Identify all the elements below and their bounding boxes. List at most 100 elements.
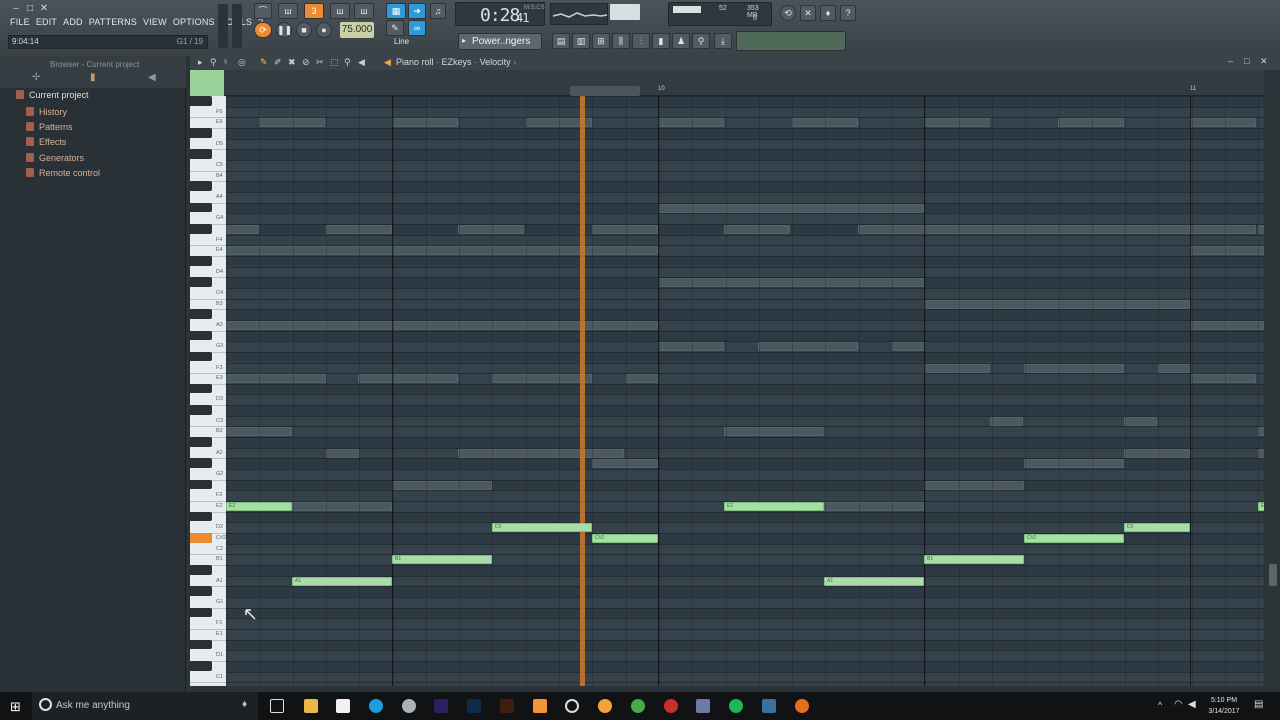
record-mode-button[interactable]: ш [354,3,374,19]
spotify-icon[interactable] [729,699,743,713]
zoom-tool-icon[interactable]: ⚲ [344,57,351,68]
close-icon[interactable]: ✕ [38,3,50,15]
note[interactable]: D2 [1124,523,1190,533]
folder-icon[interactable]: ▮ [90,72,96,83]
steam-icon[interactable] [402,699,416,713]
obs-icon[interactable] [565,699,579,713]
select-tool-icon[interactable]: ⬚ [330,57,339,68]
pencil-icon[interactable]: ✎ [386,20,404,36]
mixer-icon[interactable]: ⫼ [612,33,630,49]
preset-selector[interactable]: ▸ Power..ngers [458,33,542,50]
step-edit-button[interactable]: ш [330,3,350,19]
discord-icon[interactable] [696,699,710,713]
pause-button[interactable]: ❚❚ [276,22,292,38]
illustrator-icon[interactable] [500,699,514,713]
microphone-icon[interactable]: ♦ [242,699,247,710]
record-button[interactable]: ● [316,22,332,38]
instrument-icon[interactable]: ♟ [672,33,690,49]
note[interactable]: A1 [292,576,392,586]
crumb-velocity[interactable]: Velocity [480,57,511,67]
file-explorer-icon[interactable] [304,699,318,713]
after-effects-icon[interactable] [434,699,448,713]
brush-tool-icon[interactable]: ✐ [274,57,282,68]
browser-icon[interactable]: ⫶ [632,33,650,49]
black-key[interactable] [190,383,212,394]
speaker-icon[interactable]: ◀ [148,72,156,83]
plugin-icon[interactable]: ▮ [652,33,670,49]
blend-notes-button[interactable]: 3 [304,3,324,19]
blender-icon[interactable] [533,699,547,713]
pencil-tool-icon[interactable]: ✎ [260,57,268,68]
crumb-piano-roll[interactable]: Piano roll [396,57,434,67]
minimize-icon[interactable]: – [1228,56,1233,66]
restore-icon[interactable]: □ [24,3,36,15]
black-key[interactable] [190,639,212,650]
skype-icon[interactable] [369,699,383,713]
link-icon[interactable]: ∞ [408,20,426,36]
typing-keyboard-icon[interactable]: ♫ [430,3,446,19]
note[interactable]: E2 [724,502,824,512]
corner-tool-icon[interactable] [190,70,224,96]
black-key[interactable] [190,181,212,191]
note[interactable]: D2 [492,523,592,533]
maximize-icon[interactable]: □ [1244,56,1249,66]
collapse-icon[interactable]: ✢ [32,72,40,83]
note[interactable]: B1 [392,555,492,565]
store-icon[interactable] [336,699,350,713]
black-key[interactable] [190,330,212,341]
vertical-scroll-thumb[interactable] [1269,564,1277,586]
fx-icon[interactable]: ✕ [800,5,816,21]
network-icon[interactable]: ◠ [1174,699,1183,710]
performance-icon[interactable]: ⚲ [692,33,710,49]
stop-button[interactable]: ■ [296,22,312,38]
photoshop-icon[interactable] [467,699,481,713]
delete-tool-icon[interactable]: ✖ [288,57,296,68]
taskbar-search[interactable]: Ask me anything ♦ [32,692,258,720]
windows-start-icon[interactable]: ⊞ [10,699,21,715]
tempo-tap-button[interactable]: ⌒ [254,3,272,19]
pattern-mode-button[interactable]: ▦ [386,3,406,19]
note[interactable]: A1 [824,576,924,586]
mute-tool-icon[interactable]: ⊘ [302,57,310,68]
slice-tool-icon[interactable]: ✂ [316,57,324,68]
minimize-icon[interactable]: – [10,3,22,15]
browser-item-current-project[interactable]: Current project [16,88,89,102]
highlighted-key[interactable] [190,533,212,543]
black-key[interactable] [190,660,212,671]
horizontal-scroll-thumb[interactable] [570,86,640,96]
black-key[interactable] [190,479,212,490]
notification-icon[interactable]: ▤ [1254,699,1263,710]
help-icon[interactable]: ? [840,5,856,21]
playback-tool-icon[interactable]: ◀ [358,57,365,68]
menu-patterns[interactable]: PATTERNS [89,17,137,31]
play-arrow-icon[interactable]: ➜ [408,3,426,19]
record-icon[interactable]: ◎ [238,57,246,68]
online-news-panel[interactable] [736,31,846,51]
browser-item-effects[interactable]: Effects [26,135,66,149]
note[interactable]: C#2 [592,534,658,544]
black-key[interactable] [190,458,212,469]
menu-arrow-icon[interactable]: ▸ [198,57,203,68]
note[interactable]: E2 [226,502,292,512]
task-view-icon[interactable] [270,699,284,713]
black-key[interactable] [190,437,212,447]
black-key[interactable] [190,351,212,362]
black-key[interactable] [190,255,212,266]
browser-item-generators[interactable]: Generators [26,151,84,165]
microphone-icon[interactable]: ♦ [820,5,836,21]
black-key[interactable] [190,607,212,618]
vertical-scrollbar[interactable] [1266,96,1280,686]
browser-item-patterns[interactable]: Patterns [26,120,73,134]
channel-rack-icon[interactable]: ⊞ [592,33,610,49]
piano-roll-icon[interactable]: ▥ [572,33,590,49]
time-display[interactable]: 0:28 41 M:S:CS [455,2,545,26]
timeline-ruler[interactable]: 10 11 [224,70,1264,106]
magnet-icon[interactable]: ⚲ [210,57,217,68]
fl-studio-icon[interactable] [598,699,612,713]
black-key[interactable] [190,309,212,319]
note-grid[interactable]: E2A1B1D2C#2E2A1B1C#2D2E2 [226,96,1264,686]
reset-icon[interactable]: ⟲ [780,5,796,21]
camtasia-icon[interactable] [664,699,678,713]
firefox-icon[interactable] [795,699,809,713]
black-key[interactable] [190,96,212,106]
